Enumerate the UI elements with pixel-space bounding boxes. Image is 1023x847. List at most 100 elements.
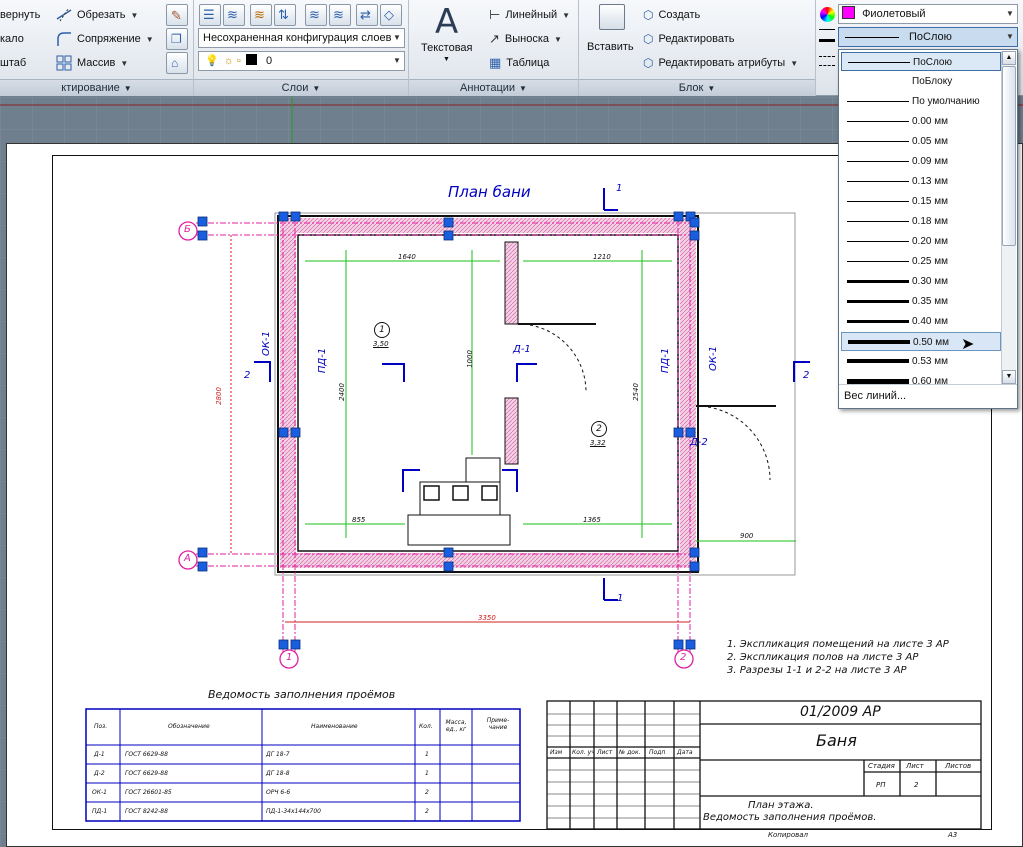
section2-right-label: 2 — [803, 370, 810, 381]
title-block-col: № док. — [619, 749, 641, 756]
door1-label: Д-1 — [513, 344, 531, 355]
stretch-button[interactable]: ⌂ — [166, 52, 188, 74]
chevron-down-icon[interactable]: ▼ — [790, 59, 798, 68]
scroll-thumb[interactable] — [1002, 66, 1016, 246]
chevron-down-icon[interactable]: ▼ — [562, 11, 570, 20]
chevron-down-icon[interactable]: ▼ — [554, 35, 562, 44]
linetype-icon — [819, 56, 835, 66]
layers-panel-title[interactable]: Слои ▼ — [194, 79, 408, 96]
sheet-title-line1: План этажа. — [748, 800, 814, 811]
chevron-down-icon: ▼ — [1006, 32, 1014, 41]
schedule-title: Ведомость заполнения проёмов — [208, 688, 396, 701]
lineweight-option[interactable]: 0.20 мм — [841, 232, 1001, 251]
insert-block-button[interactable]: Вставить — [585, 4, 637, 74]
array-icon — [56, 55, 72, 71]
lineweight-option[interactable]: 0.09 мм — [841, 152, 1001, 171]
chevron-down-icon: ▼ — [393, 56, 401, 65]
erase-button[interactable]: ✎ — [166, 4, 188, 26]
fillet-button[interactable]: Сопряжение ▼ — [56, 29, 154, 49]
room1-number: 1 — [374, 322, 390, 338]
fillet-icon — [56, 31, 72, 47]
lineweight-option[interactable]: 0.18 мм — [841, 212, 1001, 231]
lineweight-sample — [848, 62, 910, 63]
layer-match-button[interactable]: ⇄ — [356, 4, 378, 26]
lineweight-sample — [847, 280, 909, 283]
lineweight-sample — [847, 121, 909, 122]
lineweight-option[interactable]: 0.53 мм — [841, 352, 1001, 371]
lineweight-option[interactable]: По умолчанию — [841, 92, 1001, 111]
chevron-down-icon[interactable]: ▼ — [120, 59, 128, 68]
edit-block-button[interactable]: ⬡ Редактировать — [643, 29, 734, 49]
layer-freeze-icon: ≋ — [309, 7, 320, 22]
lineweight-settings-item[interactable]: Вес линий... — [839, 384, 1017, 408]
lineweight-option[interactable]: 0.50 мм — [841, 332, 1001, 351]
scroll-up-button[interactable]: ▲ — [1002, 51, 1016, 65]
lineweight-option[interactable]: ПоБлоку — [841, 72, 1001, 91]
lineweight-option[interactable]: 0.13 мм — [841, 172, 1001, 191]
scale-button[interactable]: штаб — [0, 53, 26, 73]
layer-state-combo[interactable]: Несохраненная конфигурация слоев ▼ — [198, 28, 405, 48]
schedule-cell: 1 — [425, 770, 429, 777]
layer-match-icon: ⇄ — [360, 7, 371, 22]
layer-off-icon: ≋ — [254, 7, 265, 22]
edit-attributes-button[interactable]: ⬡ Редактировать атрибуты ▼ — [643, 53, 798, 73]
title-block-col: Дата — [677, 749, 693, 756]
layer-state-value: Несохраненная конфигурация слоев — [203, 32, 392, 44]
create-block-button[interactable]: ⬡ Создать — [643, 5, 700, 25]
scroll-down-button[interactable]: ▼ — [1002, 370, 1016, 384]
edit-panel-title[interactable]: ктирование ▼ — [0, 79, 193, 96]
lineweight-option-label: 0.00 мм — [912, 116, 948, 127]
copy-button[interactable]: ❐ — [166, 28, 188, 50]
layer-properties-button[interactable]: ☰ — [199, 4, 221, 26]
layer-walk-button[interactable]: ◇ — [380, 4, 402, 26]
layer-isolate-button[interactable]: ⇅ — [274, 4, 296, 26]
lineweight-option[interactable]: 0.00 мм — [841, 112, 1001, 131]
color-wheel-icon[interactable] — [820, 7, 835, 22]
layer-lock-button[interactable]: ≋ — [329, 4, 351, 26]
block-panel-title[interactable]: Блок ▼ — [579, 79, 815, 96]
layer-freeze-button[interactable]: ≋ — [305, 4, 327, 26]
lineweight-option-label: 0.35 мм — [912, 296, 948, 307]
annotation-panel-title-text: Аннотации — [460, 82, 516, 94]
chevron-down-icon[interactable]: ▼ — [131, 11, 139, 20]
lineweight-option[interactable]: 0.05 мм — [841, 132, 1001, 151]
lineweight-dropdown[interactable]: ПоСлою ПоБлоку По умолчанию 0.00 мм 0.05 мм 0… — [838, 49, 1018, 409]
table-button[interactable]: ▦ Таблица — [489, 53, 549, 73]
title-block-col: Подп — [649, 749, 666, 756]
array-label: Массив — [77, 57, 116, 69]
lineweight-sample — [847, 359, 909, 363]
layer-off-button[interactable]: ≋ — [250, 4, 272, 26]
dim-top-right: 1210 — [593, 253, 611, 261]
lineweight-option[interactable]: 0.35 мм — [841, 292, 1001, 311]
lineweight-sample — [847, 221, 909, 222]
brush-icon: ✎ — [171, 8, 182, 23]
schedule-cell: ОК-1 — [92, 789, 107, 796]
trim-button[interactable]: Обрезать ▼ — [56, 5, 138, 25]
mirror-button[interactable]: кало — [0, 29, 24, 49]
room2-area: 3,32 — [590, 439, 606, 447]
lineweight-option[interactable]: 0.15 мм — [841, 192, 1001, 211]
annotation-panel-title[interactable]: Аннотации ▼ — [409, 79, 578, 96]
lineweight-option[interactable]: 0.30 мм — [841, 272, 1001, 291]
lineweight-option[interactable]: 0.40 мм — [841, 312, 1001, 331]
window1-label: ОК-1 — [260, 331, 272, 356]
color-combo[interactable]: Фиолетовый ▼ — [838, 4, 1018, 24]
lineweight-option[interactable]: 0.25 мм — [841, 252, 1001, 271]
multiline-text-button[interactable]: A Текстовая ▼ — [415, 2, 481, 76]
current-layer-combo[interactable]: 💡 ☼ ▫ 0 ▼ — [198, 51, 405, 71]
array-button[interactable]: Массив ▼ — [56, 53, 128, 73]
rotate-label: вернуть — [0, 9, 41, 21]
dim-outer-height: 2800 — [214, 387, 223, 405]
lineweight-option[interactable]: ПоСлою — [841, 52, 1001, 71]
lineweight-combo[interactable]: ПоСлою ▼ — [838, 27, 1018, 47]
title-block-col: Лист — [597, 749, 613, 756]
chevron-down-icon[interactable]: ▼ — [146, 35, 154, 44]
rotate-button[interactable]: вернуть — [0, 5, 40, 25]
notes: 1. Экспликация помещений на листе 3 АР 2… — [727, 638, 949, 677]
leader-button[interactable]: ↗ Выноска ▼ — [489, 29, 562, 49]
layer-state-button[interactable]: ≋ — [223, 4, 245, 26]
linear-dim-button[interactable]: ⊢ Линейный ▼ — [489, 5, 570, 25]
dropdown-scrollbar[interactable]: ▲ ▼ — [1001, 51, 1016, 384]
layer-color-swatch — [245, 54, 257, 65]
lineweight-sample — [848, 340, 910, 344]
